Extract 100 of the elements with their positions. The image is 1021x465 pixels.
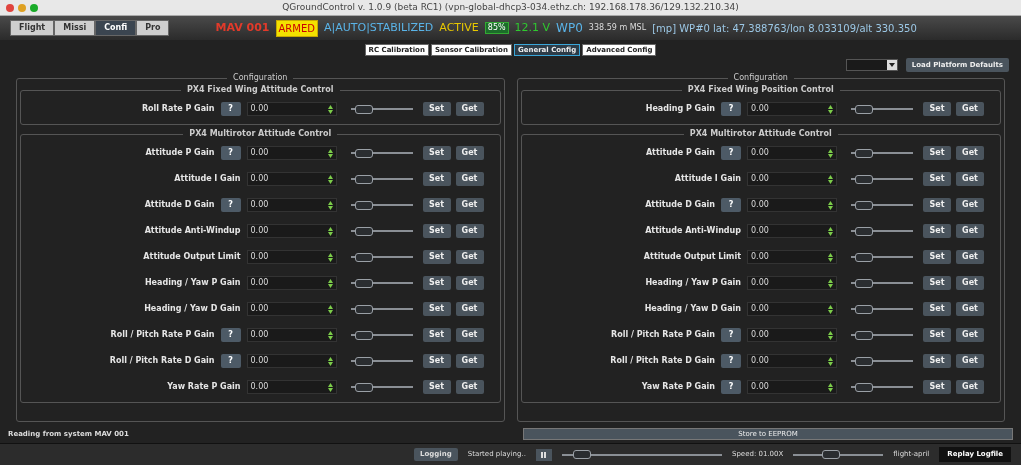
help-button[interactable]: ? — [220, 328, 241, 342]
set-button[interactable]: Set — [422, 198, 451, 212]
value-spinbox[interactable]: 0.00 — [747, 198, 837, 212]
spin-arrows-icon[interactable] — [828, 382, 833, 392]
help-button[interactable]: ? — [721, 328, 741, 342]
slider[interactable] — [350, 200, 413, 210]
get-button[interactable]: Get — [455, 302, 484, 316]
spin-arrows-icon[interactable] — [327, 148, 333, 158]
slider[interactable] — [350, 304, 413, 314]
spin-arrows-icon[interactable] — [327, 304, 333, 314]
set-button[interactable]: Set — [422, 146, 451, 160]
slider-handle[interactable] — [855, 104, 874, 114]
spin-arrows-icon[interactable] — [327, 226, 333, 236]
help-button[interactable]: ? — [721, 198, 741, 212]
spin-arrows-icon[interactable] — [828, 226, 833, 236]
slider-handle[interactable] — [354, 382, 373, 392]
slider-handle[interactable] — [855, 200, 874, 210]
set-button[interactable]: Set — [923, 302, 951, 316]
slider-handle[interactable] — [354, 104, 373, 114]
value-spinbox[interactable]: 0.00 — [246, 276, 337, 290]
help-button[interactable]: ? — [220, 354, 241, 368]
help-button[interactable]: ? — [220, 146, 241, 160]
perspective-button[interactable]: Pro — [136, 20, 170, 36]
spin-arrows-icon[interactable] — [327, 104, 333, 114]
slider[interactable] — [851, 200, 913, 210]
get-button[interactable]: Get — [956, 250, 984, 264]
slider-handle[interactable] — [354, 148, 373, 158]
perspective-button[interactable]: Missi — [54, 20, 96, 36]
value-spinbox[interactable]: 0.00 — [747, 380, 837, 394]
value-spinbox[interactable]: 0.00 — [747, 328, 837, 342]
slider-handle[interactable] — [354, 174, 373, 184]
spin-arrows-icon[interactable] — [828, 148, 833, 158]
value-spinbox[interactable]: 0.00 — [747, 172, 837, 186]
slider-handle[interactable] — [855, 304, 874, 314]
spin-arrows-icon[interactable] — [327, 278, 333, 288]
slider[interactable] — [350, 148, 413, 158]
get-button[interactable]: Get — [956, 102, 984, 116]
perspective-button[interactable]: Confi — [95, 20, 137, 36]
slider[interactable] — [851, 330, 913, 340]
get-button[interactable]: Get — [956, 224, 984, 238]
help-button[interactable]: ? — [721, 102, 741, 116]
slider-handle[interactable] — [855, 330, 874, 340]
slider[interactable] — [851, 278, 913, 288]
slider[interactable] — [851, 304, 913, 314]
spin-arrows-icon[interactable] — [327, 252, 333, 262]
spin-arrows-icon[interactable] — [828, 200, 833, 210]
slider-handle[interactable] — [855, 148, 874, 158]
set-button[interactable]: Set — [923, 380, 951, 394]
set-button[interactable]: Set — [422, 380, 451, 394]
slider-handle[interactable] — [354, 330, 373, 340]
slider-handle[interactable] — [822, 450, 841, 459]
slider[interactable] — [350, 356, 413, 366]
value-spinbox[interactable]: 0.00 — [747, 276, 837, 290]
slider[interactable] — [851, 382, 913, 392]
set-button[interactable]: Set — [923, 146, 951, 160]
get-button[interactable]: Get — [455, 250, 484, 264]
get-button[interactable]: Get — [455, 276, 484, 290]
slider[interactable] — [851, 148, 913, 158]
spin-arrows-icon[interactable] — [327, 382, 333, 392]
slider-handle[interactable] — [354, 200, 373, 210]
slider-handle[interactable] — [354, 278, 373, 288]
close-icon[interactable] — [6, 3, 14, 12]
get-button[interactable]: Get — [455, 224, 484, 238]
set-button[interactable]: Set — [422, 276, 451, 290]
spin-arrows-icon[interactable] — [327, 174, 333, 184]
spin-arrows-icon[interactable] — [327, 356, 333, 366]
value-spinbox[interactable]: 0.00 — [246, 198, 337, 212]
set-button[interactable]: Set — [422, 102, 451, 116]
value-spinbox[interactable]: 0.00 — [246, 250, 337, 264]
slider[interactable] — [350, 174, 413, 184]
slider[interactable] — [350, 104, 413, 114]
set-button[interactable]: Set — [923, 224, 951, 238]
get-button[interactable]: Get — [455, 380, 484, 394]
value-spinbox[interactable]: 0.00 — [246, 380, 337, 394]
slider[interactable] — [350, 330, 413, 340]
set-button[interactable]: Set — [422, 354, 451, 368]
get-button[interactable]: Get — [956, 172, 984, 186]
value-spinbox[interactable]: 0.00 — [747, 354, 837, 368]
get-button[interactable]: Get — [455, 354, 484, 368]
get-button[interactable]: Get — [956, 276, 984, 290]
spin-arrows-icon[interactable] — [828, 174, 833, 184]
spin-arrows-icon[interactable] — [327, 200, 333, 210]
slider[interactable] — [851, 174, 913, 184]
slider-handle[interactable] — [855, 356, 874, 366]
slider[interactable] — [350, 252, 413, 262]
slider[interactable] — [851, 226, 913, 236]
slider-handle[interactable] — [354, 356, 373, 366]
set-button[interactable]: Set — [923, 198, 951, 212]
value-spinbox[interactable]: 0.00 — [246, 328, 337, 342]
slider-handle[interactable] — [855, 252, 874, 262]
set-button[interactable]: Set — [923, 276, 951, 290]
spin-arrows-icon[interactable] — [828, 278, 833, 288]
value-spinbox[interactable]: 0.00 — [246, 224, 337, 238]
spin-arrows-icon[interactable] — [327, 330, 333, 340]
get-button[interactable]: Get — [956, 380, 984, 394]
get-button[interactable]: Get — [455, 328, 484, 342]
value-spinbox[interactable]: 0.00 — [747, 250, 837, 264]
help-button[interactable]: ? — [721, 354, 741, 368]
slider-handle[interactable] — [354, 252, 373, 262]
pause-button[interactable] — [535, 448, 552, 461]
